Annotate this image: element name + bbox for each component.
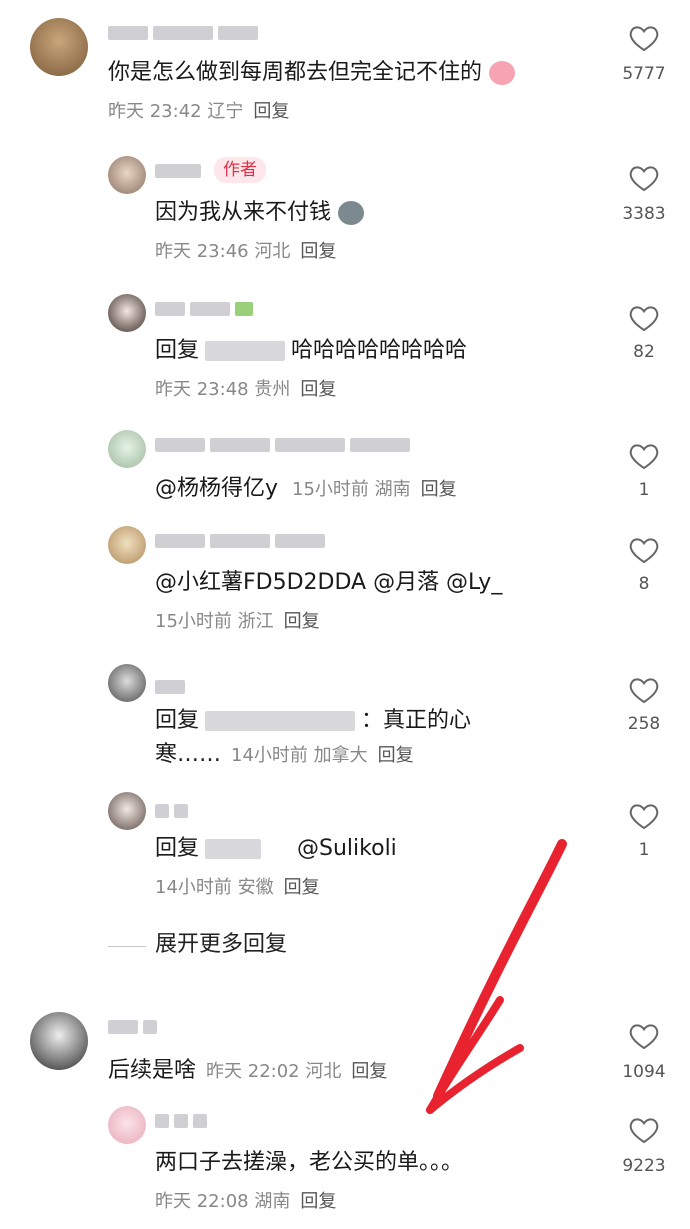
mention-mosaic <box>205 341 286 361</box>
like-count: 3383 <box>622 204 666 224</box>
comment-text: 因为我从来不付钱 <box>155 198 365 228</box>
cat-emoji-icon <box>338 201 365 225</box>
annotation-arrow-icon <box>426 839 567 1114</box>
avatar[interactable] <box>108 1106 146 1144</box>
expand-divider <box>108 946 146 947</box>
author-tag: 作者 <box>214 157 266 183</box>
avatar[interactable] <box>108 430 146 468</box>
blush-face-emoji-icon <box>489 61 516 85</box>
like-count: 9223 <box>622 1156 666 1176</box>
comment-text: 后续是啥 昨天 22:02 河北 回复 <box>108 1058 388 1083</box>
comment-meta: 昨天 23:48 贵州 回复 <box>155 379 337 400</box>
heart-icon[interactable] <box>627 22 661 54</box>
username-mosaic[interactable] <box>108 22 258 44</box>
comment-meta: 15小时前 湖南 回复 <box>292 479 457 500</box>
avatar[interactable] <box>108 526 146 564</box>
comment-text: @小红薯FD5D2DDA @月落 @Ly_ <box>155 570 503 595</box>
username-mosaic[interactable] <box>155 676 185 698</box>
username-mosaic[interactable] <box>155 298 253 320</box>
reply-button[interactable]: 回复 <box>284 611 320 632</box>
comment-text-continued: 寒…… 14小时前 加拿大 回复 <box>155 742 414 767</box>
comment-text: 回复 哈哈哈哈哈哈哈哈 <box>155 338 468 363</box>
reply-button[interactable]: 回复 <box>351 1061 387 1082</box>
comment-text: 你是怎么做到每周都去但完全记不住的 <box>108 58 516 88</box>
reply-button[interactable]: 回复 <box>300 379 336 400</box>
heart-icon[interactable] <box>627 1020 661 1052</box>
heart-icon[interactable] <box>627 302 661 334</box>
like-count: 1 <box>638 480 650 500</box>
comment-meta: 昨天 22:02 河北 回复 <box>206 1061 388 1082</box>
like-count: 8 <box>638 574 650 594</box>
heart-icon[interactable] <box>627 440 661 472</box>
reply-button[interactable]: 回复 <box>300 241 336 262</box>
comment-meta: 昨天 23:46 河北 回复 <box>155 241 337 262</box>
comment-text: 回复 ：真正的心 <box>155 708 472 733</box>
reply-button[interactable]: 回复 <box>253 101 289 122</box>
comment-text: 两口子去搓澡，老公买的单。。。 <box>155 1150 464 1175</box>
heart-icon[interactable] <box>627 534 661 566</box>
comment-meta: 14小时前 加拿大 回复 <box>231 745 414 766</box>
username-mosaic[interactable] <box>155 160 201 182</box>
comment-meta: 14小时前 安徽 回复 <box>155 877 320 898</box>
reply-button[interactable]: 回复 <box>421 479 457 500</box>
like-count: 5777 <box>622 64 666 84</box>
comment-meta: 15小时前 浙江 回复 <box>155 611 320 632</box>
like-count: 258 <box>627 714 661 734</box>
comment-text: 回复 @Sulikoli <box>155 836 397 861</box>
expand-more-replies-button[interactable]: 展开更多回复 <box>155 930 287 960</box>
comment-text: @杨杨得亿y 15小时前 湖南 回复 <box>155 476 457 501</box>
avatar[interactable] <box>108 294 146 332</box>
mention-mosaic <box>205 839 262 859</box>
reply-button[interactable]: 回复 <box>300 1191 336 1212</box>
reply-button[interactable]: 回复 <box>284 877 320 898</box>
mention-mosaic <box>205 711 356 731</box>
avatar[interactable] <box>108 664 146 702</box>
avatar[interactable] <box>108 792 146 830</box>
heart-icon[interactable] <box>627 674 661 706</box>
username-mosaic[interactable] <box>108 1016 157 1038</box>
like-count: 1 <box>638 840 650 860</box>
avatar[interactable] <box>30 1012 88 1070</box>
username-mosaic[interactable] <box>155 1110 207 1132</box>
comment-meta: 昨天 22:08 湖南 回复 <box>155 1191 337 1212</box>
avatar[interactable] <box>30 18 88 76</box>
username-mosaic[interactable] <box>155 434 410 456</box>
heart-icon[interactable] <box>627 800 661 832</box>
like-count: 82 <box>633 342 655 362</box>
reply-button[interactable]: 回复 <box>378 745 414 766</box>
username-mosaic[interactable] <box>155 530 325 552</box>
comment-meta: 昨天 23:42 辽宁 回复 <box>108 101 290 122</box>
heart-icon[interactable] <box>627 162 661 194</box>
heart-icon[interactable] <box>627 1114 661 1146</box>
username-mosaic[interactable] <box>155 800 188 822</box>
like-count: 1094 <box>622 1062 666 1082</box>
avatar[interactable] <box>108 156 146 194</box>
